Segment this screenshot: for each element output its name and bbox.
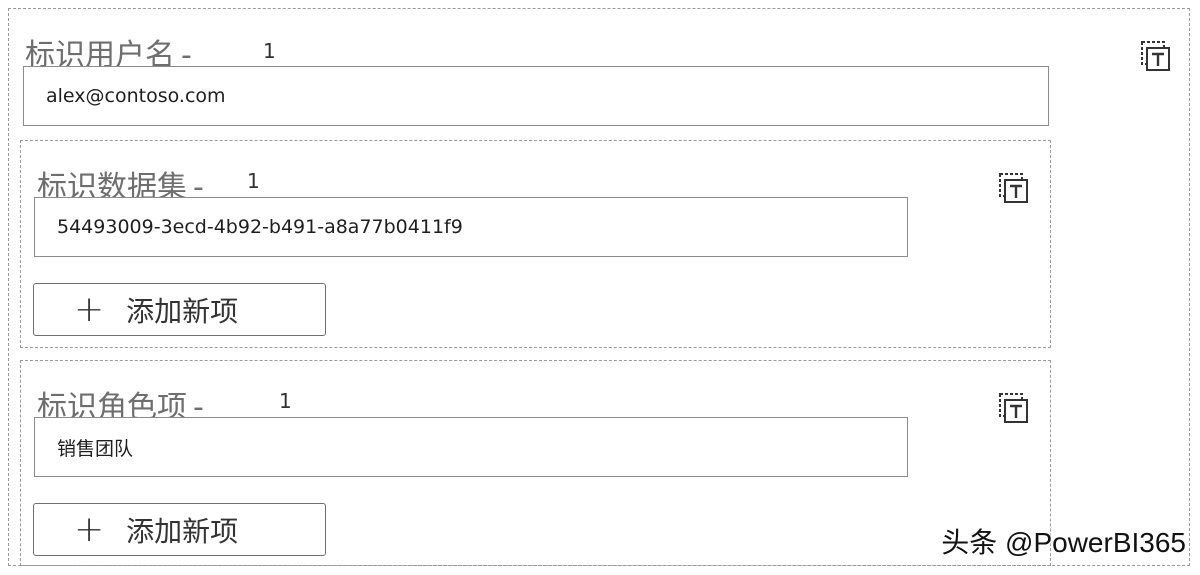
role-add-button[interactable]: + 添加新项 — [33, 503, 326, 556]
dataset-index: 1 — [247, 169, 260, 193]
role-add-label: 添加新项 — [126, 514, 239, 548]
role-input[interactable] — [34, 417, 908, 477]
dataset-add-button[interactable]: + 添加新项 — [33, 283, 326, 336]
watermark: 头条 @PowerBI365 — [941, 527, 1186, 558]
plus-icon: + — [74, 288, 105, 330]
text-control-icon[interactable] — [997, 391, 1031, 425]
username-input[interactable] — [23, 66, 1049, 126]
text-control-icon[interactable] — [1139, 39, 1173, 73]
role-group: 标识角色项- 1 + 添加新项 — [20, 360, 1051, 566]
plus-icon: + — [74, 508, 105, 550]
role-index: 1 — [279, 389, 292, 413]
dataset-group: 标识数据集- 1 + 添加新项 — [20, 140, 1051, 348]
form-container: 标识用户名- 1 标识数据集- 1 + 添加新项 标识角色项- 1 — [8, 8, 1190, 566]
dataset-input[interactable] — [34, 197, 908, 257]
username-index: 1 — [263, 39, 276, 63]
text-control-icon[interactable] — [997, 171, 1031, 205]
dataset-add-label: 添加新项 — [126, 294, 239, 328]
